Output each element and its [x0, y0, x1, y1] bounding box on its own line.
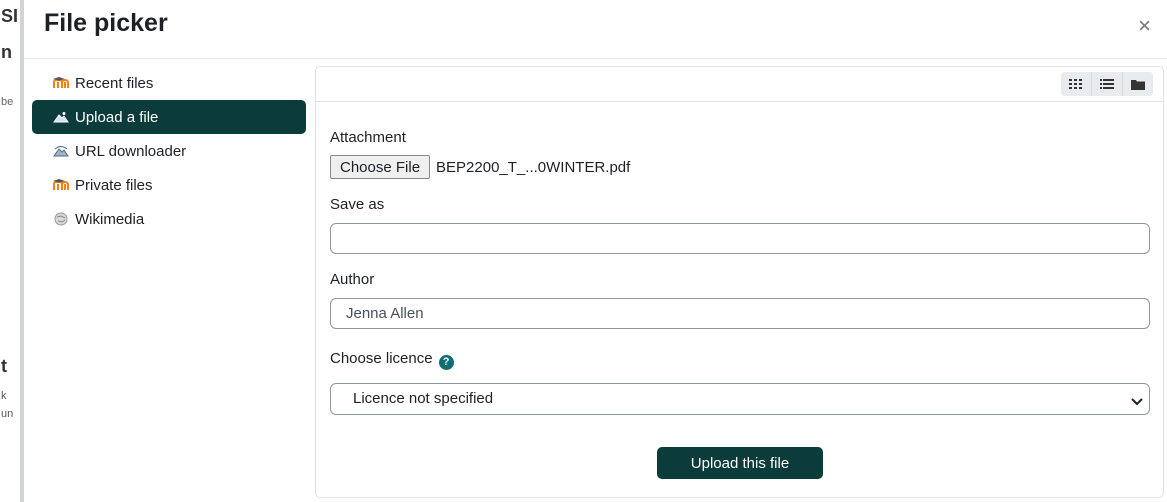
repository-sidebar: Recent files Upload a file URL downloade… — [32, 66, 306, 236]
save-as-input[interactable] — [330, 223, 1150, 254]
sidebar-item-wikimedia[interactable]: Wikimedia — [32, 202, 306, 236]
moodle-icon — [53, 178, 69, 192]
author-input[interactable] — [330, 298, 1150, 329]
background-page: SI n be t k un — [0, 0, 24, 502]
sidebar-item-label: Recent files — [75, 74, 154, 92]
background-text: be — [1, 96, 14, 108]
upload-icon — [53, 110, 69, 124]
licence-selected-value: Licence not specified — [353, 390, 494, 407]
upload-form: Attachment Choose File BEP2200_T_...0WIN… — [330, 129, 1150, 415]
author-label: Author — [330, 271, 375, 288]
upload-panel: Attachment Choose File BEP2200_T_...0WIN… — [315, 66, 1164, 498]
sidebar-item-private-files[interactable]: Private files — [32, 168, 306, 202]
sidebar-item-recent-files[interactable]: Recent files — [32, 66, 306, 100]
url-downloader-icon — [53, 144, 69, 158]
sidebar-item-url-downloader[interactable]: URL downloader — [32, 134, 306, 168]
licence-label: Choose licence — [330, 350, 433, 367]
save-as-label: Save as — [330, 196, 385, 213]
list-view-icon[interactable] — [1091, 72, 1122, 96]
background-text: t — [1, 356, 7, 376]
chevron-down-icon — [1131, 393, 1143, 410]
wikimedia-icon — [53, 212, 69, 226]
attachment-label: Attachment — [330, 129, 406, 146]
icons-view-icon[interactable] — [1061, 72, 1091, 96]
licence-label-row: Choose licence? — [330, 350, 1150, 370]
close-button[interactable]: × — [1138, 14, 1151, 38]
upload-this-file-button[interactable]: Upload this file — [657, 447, 823, 479]
file-input: Choose File BEP2200_T_...0WINTER.pdf — [330, 155, 1150, 179]
sidebar-item-label: Private files — [75, 176, 153, 194]
dialog-title: File picker — [44, 9, 168, 37]
view-mode-switcher — [1061, 72, 1153, 96]
choose-file-button[interactable]: Choose File — [330, 155, 431, 179]
moodle-icon — [53, 76, 69, 90]
selected-file-name: BEP2200_T_...0WINTER.pdf — [436, 158, 631, 176]
panel-toolbar — [316, 67, 1163, 102]
sidebar-item-upload-a-file[interactable]: Upload a file — [32, 100, 306, 134]
licence-select[interactable]: Licence not specified — [330, 382, 1150, 415]
tree-view-icon[interactable] — [1122, 72, 1153, 96]
sidebar-item-label: URL downloader — [75, 142, 187, 160]
background-text: k — [1, 390, 7, 402]
dialog-header: File picker × — [24, 0, 1167, 59]
background-text: un — [1, 408, 14, 420]
background-text: n — [1, 42, 12, 62]
background-text: SI — [1, 6, 19, 26]
help-icon[interactable]: ? — [438, 354, 454, 370]
sidebar-item-label: Upload a file — [75, 108, 159, 126]
file-picker-dialog: File picker × Recent files Upload a file… — [24, 0, 1167, 502]
sidebar-item-label: Wikimedia — [75, 210, 145, 228]
